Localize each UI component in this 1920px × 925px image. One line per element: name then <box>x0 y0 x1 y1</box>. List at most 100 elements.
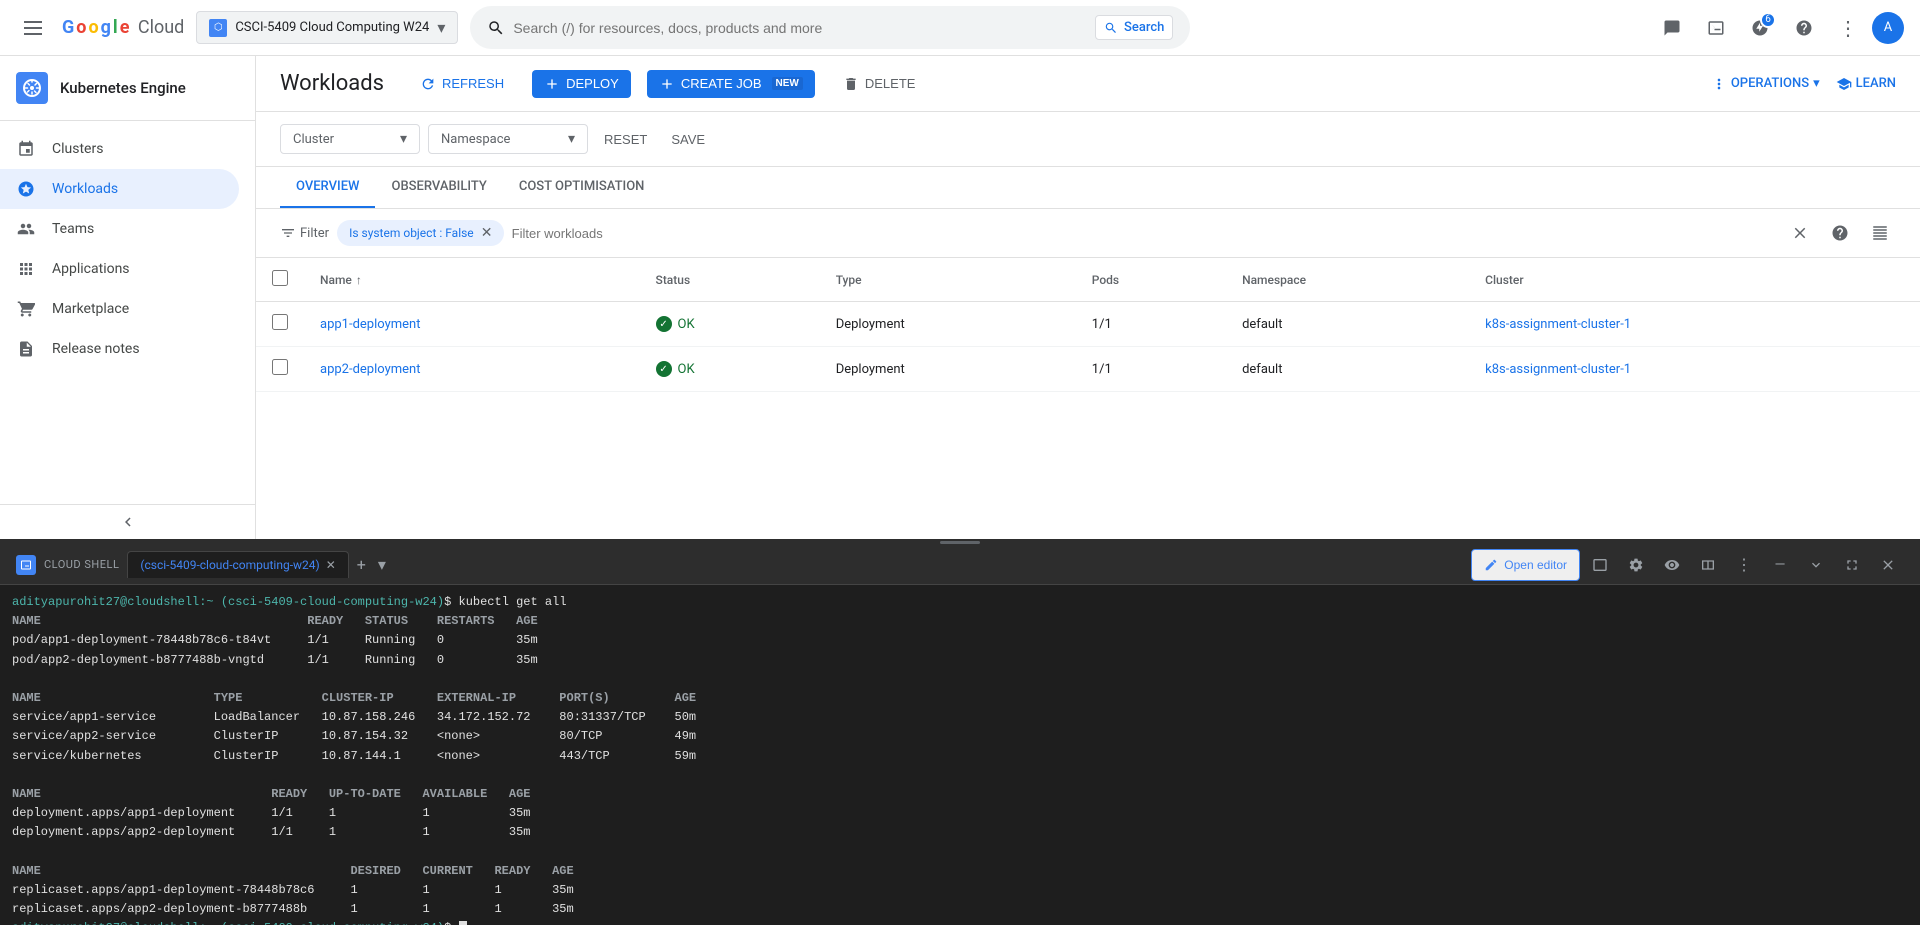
terminal-button[interactable] <box>1696 8 1736 48</box>
table-filter-actions <box>1784 217 1896 249</box>
fullscreen-button[interactable] <box>1836 549 1868 581</box>
terminal-icon <box>1707 19 1725 37</box>
filter-icon <box>280 225 296 241</box>
filter-chip-remove-button[interactable]: ✕ <box>478 224 496 242</box>
preview-button[interactable] <box>1656 549 1688 581</box>
select-all-checkbox[interactable] <box>272 270 288 286</box>
namespace-select-label: Namespace <box>441 132 564 147</box>
shell-tab-close-icon[interactable]: ✕ <box>326 558 336 572</box>
shell-dropdown-button[interactable]: ▾ <box>374 551 390 578</box>
tab-cost-optimisation[interactable]: COST OPTIMISATION <box>503 167 661 208</box>
project-selector[interactable]: ⬡ CSCI-5409 Cloud Computing W24 ▾ <box>196 11 458 44</box>
clear-icon <box>1791 224 1809 242</box>
shell-line-15: NAME DESIRED CURRENT READY AGE <box>12 862 1908 881</box>
sort-arrow-icon: ↑ <box>356 273 362 287</box>
sidebar-collapse-button[interactable] <box>0 504 255 539</box>
expand-icon <box>1808 557 1824 573</box>
terminal-mode-button[interactable] <box>1584 549 1616 581</box>
tab-observability[interactable]: OBSERVABILITY <box>375 167 502 208</box>
select-all-header <box>256 258 304 302</box>
sidebar-item-release-notes[interactable]: Release notes <box>0 329 239 369</box>
shell-line-3: pod/app1-deployment-78448b78c6-t84vt 1/1… <box>12 631 1908 650</box>
namespace-select[interactable]: Namespace ▾ <box>428 124 588 154</box>
operations-button[interactable]: OPERATIONS ▾ <box>1711 76 1820 92</box>
split-button[interactable] <box>1692 549 1724 581</box>
help-button[interactable] <box>1784 8 1824 48</box>
project-icon: ⬡ <box>209 19 227 37</box>
fullscreen-icon <box>1844 557 1860 573</box>
row2-name-link[interactable]: app2-deployment <box>320 362 420 377</box>
shell-body[interactable]: adityapurohit27@cloudshell:~ (csci-5409-… <box>0 585 1920 925</box>
sidebar-item-clusters[interactable]: Clusters <box>0 129 239 169</box>
tabs-bar: OVERVIEW OBSERVABILITY COST OPTIMISATION <box>256 167 1920 209</box>
row1-namespace: default <box>1226 302 1469 347</box>
row1-checkbox-cell <box>256 302 304 347</box>
hamburger-menu[interactable] <box>16 13 50 43</box>
refresh-button[interactable]: REFRESH <box>408 70 516 98</box>
settings-button[interactable] <box>1620 549 1652 581</box>
operations-label: OPERATIONS <box>1731 76 1809 91</box>
open-editor-label: Open editor <box>1504 558 1567 572</box>
filter-label: Filter <box>300 226 329 241</box>
row1-name-link[interactable]: app1-deployment <box>320 317 420 332</box>
user-avatar[interactable]: A <box>1872 12 1904 44</box>
minimize-button[interactable]: — <box>1764 549 1796 581</box>
shell-line-13: deployment.apps/app2-deployment 1/1 1 1 … <box>12 823 1908 842</box>
shell-line-6: NAME TYPE CLUSTER-IP EXTERNAL-IP PORT(S)… <box>12 689 1908 708</box>
tab-overview[interactable]: OVERVIEW <box>280 167 375 208</box>
close-shell-button[interactable] <box>1872 549 1904 581</box>
clear-filter-button[interactable] <box>1784 217 1816 249</box>
more-options-button[interactable]: ⋮ <box>1828 8 1868 48</box>
col-namespace: Namespace <box>1226 258 1469 302</box>
more-shell-button[interactable]: ⋮ <box>1728 549 1760 581</box>
preview-icon <box>1664 557 1680 573</box>
sidebar-item-clusters-label: Clusters <box>52 141 103 157</box>
sidebar-item-workloads[interactable]: Workloads <box>0 169 239 209</box>
shell-line-2: NAME READY STATUS RESTARTS AGE <box>12 612 1908 631</box>
reset-button[interactable]: RESET <box>596 126 655 153</box>
add-tab-button[interactable]: + <box>353 551 370 578</box>
shell-line-10 <box>12 766 1908 785</box>
filter-area[interactable]: Filter <box>280 225 329 241</box>
shell-line-14 <box>12 842 1908 861</box>
columns-button[interactable] <box>1864 217 1896 249</box>
row1-cluster-link[interactable]: k8s-assignment-cluster-1 <box>1485 317 1631 332</box>
table-filter-bar: Filter Is system object : False ✕ <box>256 209 1920 258</box>
help-filter-button[interactable] <box>1824 217 1856 249</box>
create-job-button[interactable]: CREATE JOB NEW <box>647 70 815 98</box>
chat-icon <box>1663 19 1681 37</box>
global-search-bar[interactable]: Search <box>470 6 1190 49</box>
sidebar-item-applications[interactable]: Applications <box>0 249 239 289</box>
row2-cluster-link[interactable]: k8s-assignment-cluster-1 <box>1485 362 1631 377</box>
row1-cluster: k8s-assignment-cluster-1 <box>1469 302 1920 347</box>
global-search-input[interactable] <box>513 20 1087 36</box>
learn-button[interactable]: LEARN <box>1836 76 1896 92</box>
delete-button[interactable]: DELETE <box>831 70 928 98</box>
shell-line-12: deployment.apps/app1-deployment 1/1 1 1 … <box>12 804 1908 823</box>
cluster-select[interactable]: Cluster ▾ <box>280 124 420 154</box>
expand-button[interactable] <box>1800 549 1832 581</box>
row2-checkbox[interactable] <box>272 359 288 375</box>
terminal-cursor <box>459 921 467 925</box>
table-row: app1-deployment OK Deployment 1/1 defaul… <box>256 302 1920 347</box>
row1-checkbox[interactable] <box>272 314 288 330</box>
release-notes-icon <box>16 339 36 359</box>
save-button[interactable]: SAVE <box>663 126 713 153</box>
search-button[interactable]: Search <box>1095 15 1173 40</box>
row2-cluster: k8s-assignment-cluster-1 <box>1469 347 1920 392</box>
cluster-chevron-icon: ▾ <box>400 131 407 147</box>
sidebar-item-teams[interactable]: Teams <box>0 209 239 249</box>
notifications-button[interactable] <box>1652 8 1692 48</box>
close-shell-icon <box>1880 557 1896 573</box>
teams-icon <box>16 219 36 239</box>
alerts-button[interactable]: 6 <box>1740 8 1780 48</box>
deploy-button[interactable]: DEPLOY <box>532 70 631 98</box>
row1-status-dot <box>656 316 672 332</box>
filter-workloads-input[interactable] <box>512 226 1776 241</box>
shell-tab-main[interactable]: (csci-5409-cloud-computing-w24) ✕ <box>127 551 348 578</box>
avatar-initial: A <box>1884 20 1892 35</box>
filter-chip: Is system object : False ✕ <box>337 220 504 246</box>
row2-status: OK <box>640 347 820 392</box>
open-editor-button[interactable]: Open editor <box>1471 549 1580 581</box>
sidebar-item-marketplace[interactable]: Marketplace <box>0 289 239 329</box>
